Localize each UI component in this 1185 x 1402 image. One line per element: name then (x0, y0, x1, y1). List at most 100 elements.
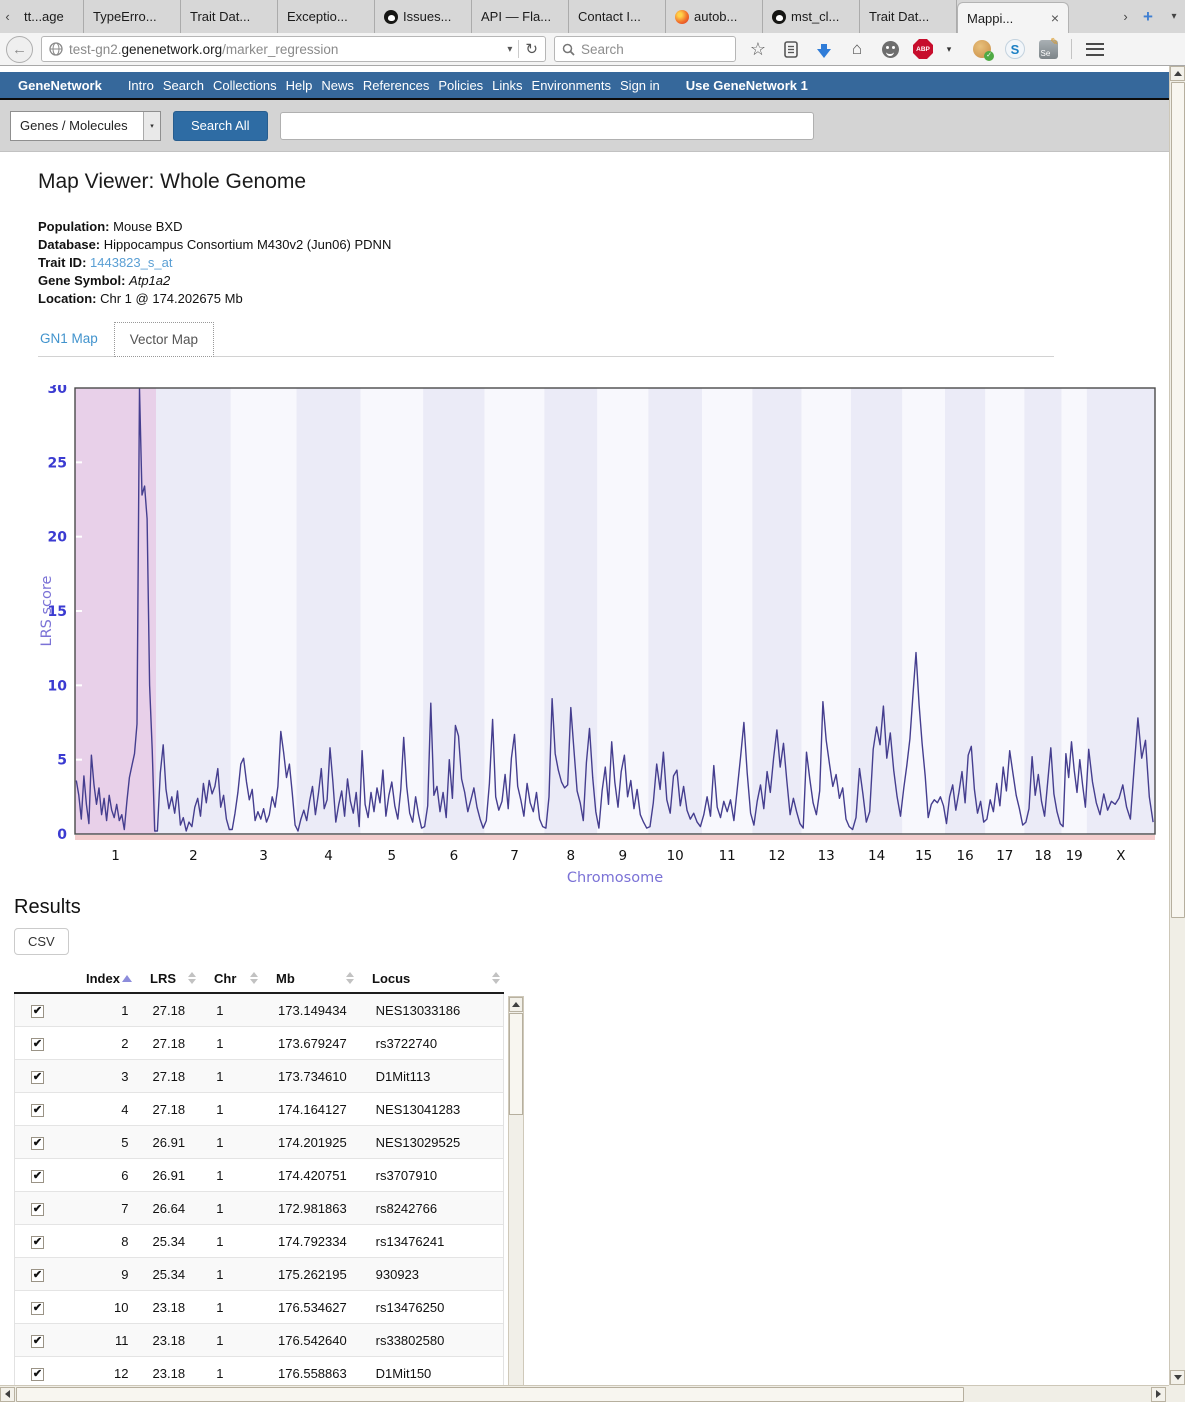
column-header-chr[interactable]: Chr (200, 971, 262, 986)
bookmark-star-icon[interactable]: ☆ (748, 38, 768, 60)
vertical-scroll-thumb[interactable] (1171, 82, 1185, 918)
nav-item-environments[interactable]: Environments (532, 78, 611, 93)
row-checkbox[interactable]: ✔ (31, 1104, 44, 1117)
url-field[interactable]: test-gn2.genenetwork.org/marker_regressi… (41, 36, 546, 62)
table-scroll-thumb[interactable] (509, 1013, 523, 1115)
browser-tab[interactable]: TypeErro... (84, 0, 181, 33)
browser-tab[interactable]: mst_cl... (763, 0, 860, 33)
cookie-addon-icon[interactable] (972, 38, 992, 60)
row-checkbox[interactable]: ✔ (31, 1203, 44, 1216)
scroll-left-icon[interactable] (0, 1387, 15, 1402)
download-icon[interactable] (814, 38, 834, 60)
nav-item-search[interactable]: Search (163, 78, 204, 93)
row-checkbox[interactable]: ✔ (31, 1302, 44, 1315)
browser-tab[interactable]: Exceptio... (278, 0, 375, 33)
gn-query-input[interactable] (280, 112, 814, 140)
tab-list-caret-icon[interactable]: ▾ (1163, 0, 1185, 33)
table-row: ✔127.181173.149434NES13033186 (15, 994, 503, 1027)
url-dropdown-caret-icon[interactable]: ▾ (507, 44, 512, 55)
row-checkbox[interactable]: ✔ (31, 1071, 44, 1084)
cell-chr: 1 (200, 1069, 262, 1084)
new-tab-button[interactable]: + (1133, 0, 1163, 33)
browser-tab[interactable]: Issues... (375, 0, 472, 33)
row-checkbox[interactable]: ✔ (31, 1236, 44, 1249)
cell-chr: 1 (200, 1168, 262, 1183)
sort-icon[interactable] (346, 972, 354, 984)
search-all-button[interactable]: Search All (173, 111, 268, 141)
scroll-down-icon[interactable] (1170, 1370, 1185, 1385)
column-header-lrs[interactable]: LRS (136, 971, 200, 986)
sort-icon[interactable] (492, 972, 500, 984)
skype-icon[interactable]: S (1005, 38, 1025, 60)
scroll-up-icon[interactable] (1170, 66, 1185, 81)
browser-tab[interactable]: Contact I... (569, 0, 666, 33)
browser-tab[interactable]: autob... (666, 0, 763, 33)
row-checkbox[interactable]: ✔ (31, 1137, 44, 1150)
results-table: IndexLRSChrMbLocus ✔127.181173.149434NES… (14, 964, 526, 1391)
tab-label: autob... (694, 9, 737, 24)
tab-scroll-right-icon[interactable]: › (1118, 0, 1133, 33)
browser-tab[interactable]: API — Fla... (472, 0, 569, 33)
use-genenetwork1-link[interactable]: Use GeneNetwork 1 (686, 78, 808, 93)
sort-icon[interactable] (250, 972, 258, 984)
select-caret-icon[interactable]: ▾ (143, 112, 160, 140)
tab-vector-map[interactable]: Vector Map (114, 322, 214, 357)
trait-id-link[interactable]: 1443823_s_at (90, 255, 172, 270)
csv-button[interactable]: CSV (14, 928, 69, 955)
browser-search-field[interactable] (554, 36, 736, 62)
page-horizontal-scrollbar[interactable] (0, 1385, 1169, 1402)
tab-close-icon[interactable]: × (1051, 10, 1059, 26)
chat-icon[interactable] (880, 38, 900, 60)
nav-item-help[interactable]: Help (286, 78, 313, 93)
lrs-chart-wrap: 12345678910111213141516171819X0510152025… (14, 385, 1185, 890)
adblock-icon[interactable]: ABP (913, 38, 933, 60)
nav-item-references[interactable]: References (363, 78, 429, 93)
nav-item-collections[interactable]: Collections (213, 78, 277, 93)
github-icon (772, 10, 786, 24)
row-checkbox[interactable]: ✔ (31, 1335, 44, 1348)
gn-search-bar: Genes / Molecules ▾ Search All (0, 100, 1185, 152)
nav-item-sign-in[interactable]: Sign in (620, 78, 660, 93)
tab-scroll-left-icon[interactable]: ‹ (0, 0, 15, 33)
row-checkbox[interactable]: ✔ (31, 1170, 44, 1183)
sort-icon[interactable] (122, 975, 132, 982)
cell-index: 12 (73, 1366, 137, 1381)
nav-item-policies[interactable]: Policies (438, 78, 483, 93)
back-button[interactable]: ← (6, 36, 33, 63)
cell-locus: rs13476241 (358, 1234, 503, 1249)
browser-tab[interactable]: Trait Dat... (181, 0, 278, 33)
nav-item-links[interactable]: Links (492, 78, 522, 93)
nav-item-intro[interactable]: Intro (128, 78, 154, 93)
horizontal-scroll-thumb[interactable] (16, 1387, 964, 1402)
y-tick-label: 30 (48, 385, 68, 397)
row-checkbox[interactable]: ✔ (31, 1269, 44, 1282)
table-scroll-up-icon[interactable] (509, 997, 523, 1012)
scroll-right-icon[interactable] (1151, 1387, 1166, 1402)
search-category-select[interactable]: Genes / Molecules ▾ (10, 111, 161, 141)
home-icon[interactable]: ⌂ (847, 38, 867, 60)
page-vertical-scrollbar[interactable] (1169, 66, 1185, 1385)
selenium-icon[interactable]: Se (1038, 38, 1058, 60)
reload-icon[interactable]: ↻ (525, 40, 538, 58)
map-tabs: GN1 Map Vector Map (38, 322, 1054, 357)
row-checkbox[interactable]: ✔ (31, 1005, 44, 1018)
row-checkbox[interactable]: ✔ (31, 1038, 44, 1051)
cell-locus: rs3707910 (358, 1168, 503, 1183)
browser-tab[interactable]: Trait Dat... (860, 0, 957, 33)
tab-gn1-map[interactable]: GN1 Map (38, 322, 114, 356)
column-header-locus[interactable]: Locus (358, 971, 504, 986)
row-checkbox[interactable]: ✔ (31, 1368, 44, 1381)
adblock-caret-icon[interactable]: ▾ (939, 38, 959, 60)
browser-tab[interactable]: tt...age (15, 0, 84, 33)
nav-item-news[interactable]: News (321, 78, 354, 93)
table-scrollbar[interactable] (508, 996, 524, 1392)
gn-brand[interactable]: GeneNetwork (18, 78, 102, 93)
sort-icon[interactable] (188, 972, 196, 984)
browser-toolbar-icons: ☆ ⌂ ABP ▾ S Se (748, 38, 1105, 60)
menu-icon[interactable] (1085, 38, 1105, 60)
column-header-index[interactable]: Index (72, 971, 136, 986)
browser-search-input[interactable] (581, 42, 711, 57)
reading-list-icon[interactable] (781, 38, 801, 60)
tab-active[interactable]: Mappi...× (957, 2, 1069, 33)
column-header-mb[interactable]: Mb (262, 971, 358, 986)
